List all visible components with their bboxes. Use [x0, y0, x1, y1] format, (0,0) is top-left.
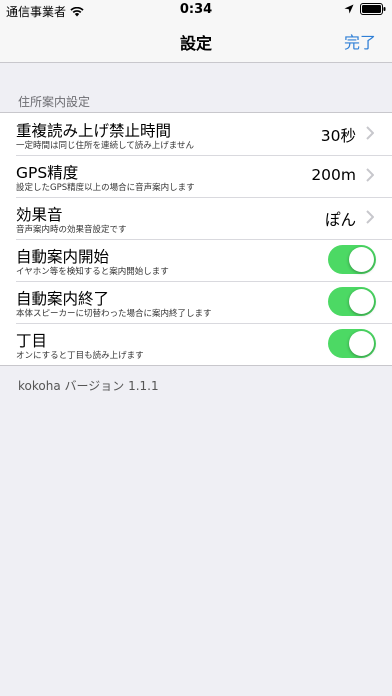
status-bar: 通信事業者 0:34	[0, 0, 392, 20]
setting-subtitle: 設定したGPS精度以上の場合に音声案内します	[16, 183, 195, 193]
chevron-right-icon	[366, 168, 374, 182]
settings-table: 重複読み上げ禁止時間 一定時間は同じ住所を連続して読み上げません 30秒 GPS…	[0, 112, 392, 366]
section-header: 住所案内設定	[18, 95, 91, 109]
auto-start-toggle[interactable]	[328, 245, 376, 274]
setting-title: 自動案内開始	[16, 248, 110, 266]
setting-subtitle: オンにすると丁目も読み上げます	[16, 351, 144, 361]
setting-title: 効果音	[16, 206, 63, 224]
setting-row-chome: 丁目 オンにすると丁目も読み上げます	[0, 323, 392, 365]
toggle-knob	[349, 247, 374, 272]
navigation-bar: 設定 完了	[0, 20, 392, 63]
setting-title: 自動案内終了	[16, 290, 110, 308]
done-button[interactable]: 完了	[344, 29, 376, 53]
setting-value: 200m	[311, 166, 356, 184]
setting-value: 30秒	[320, 127, 356, 145]
chevron-right-icon	[366, 210, 374, 224]
setting-row-sound-effect[interactable]: 効果音 音声案内時の効果音設定です ぽん	[0, 197, 392, 239]
setting-title: GPS精度	[16, 164, 79, 182]
setting-row-auto-start: 自動案内開始 イヤホン等を検知すると案内開始します	[0, 239, 392, 281]
setting-row-auto-end: 自動案内終了 本体スピーカーに切替わった場合に案内終了します	[0, 281, 392, 323]
setting-row-duplicate-interval[interactable]: 重複読み上げ禁止時間 一定時間は同じ住所を連続して読み上げません 30秒	[0, 113, 392, 155]
location-arrow-icon	[344, 4, 354, 14]
setting-subtitle: 音声案内時の効果音設定です	[16, 225, 127, 235]
version-footer: kokoha バージョン 1.1.1	[18, 379, 159, 393]
setting-subtitle: 本体スピーカーに切替わった場合に案内終了します	[16, 309, 212, 319]
setting-subtitle: 一定時間は同じ住所を連続して読み上げません	[16, 141, 194, 151]
page-title: 設定	[179, 34, 212, 53]
toggle-knob	[349, 289, 374, 314]
battery-icon	[360, 3, 386, 15]
status-time: 0:34	[179, 2, 213, 17]
setting-title: 重複読み上げ禁止時間	[16, 122, 172, 140]
setting-value: ぽん	[324, 211, 356, 229]
toggle-knob	[349, 331, 374, 356]
setting-row-gps-accuracy[interactable]: GPS精度 設定したGPS精度以上の場合に音声案内します 200m	[0, 155, 392, 197]
status-right	[344, 3, 386, 15]
chome-toggle[interactable]	[328, 329, 376, 358]
setting-title: 丁目	[16, 332, 48, 350]
chevron-right-icon	[366, 126, 374, 140]
auto-end-toggle[interactable]	[328, 287, 376, 316]
setting-subtitle: イヤホン等を検知すると案内開始します	[16, 267, 169, 277]
